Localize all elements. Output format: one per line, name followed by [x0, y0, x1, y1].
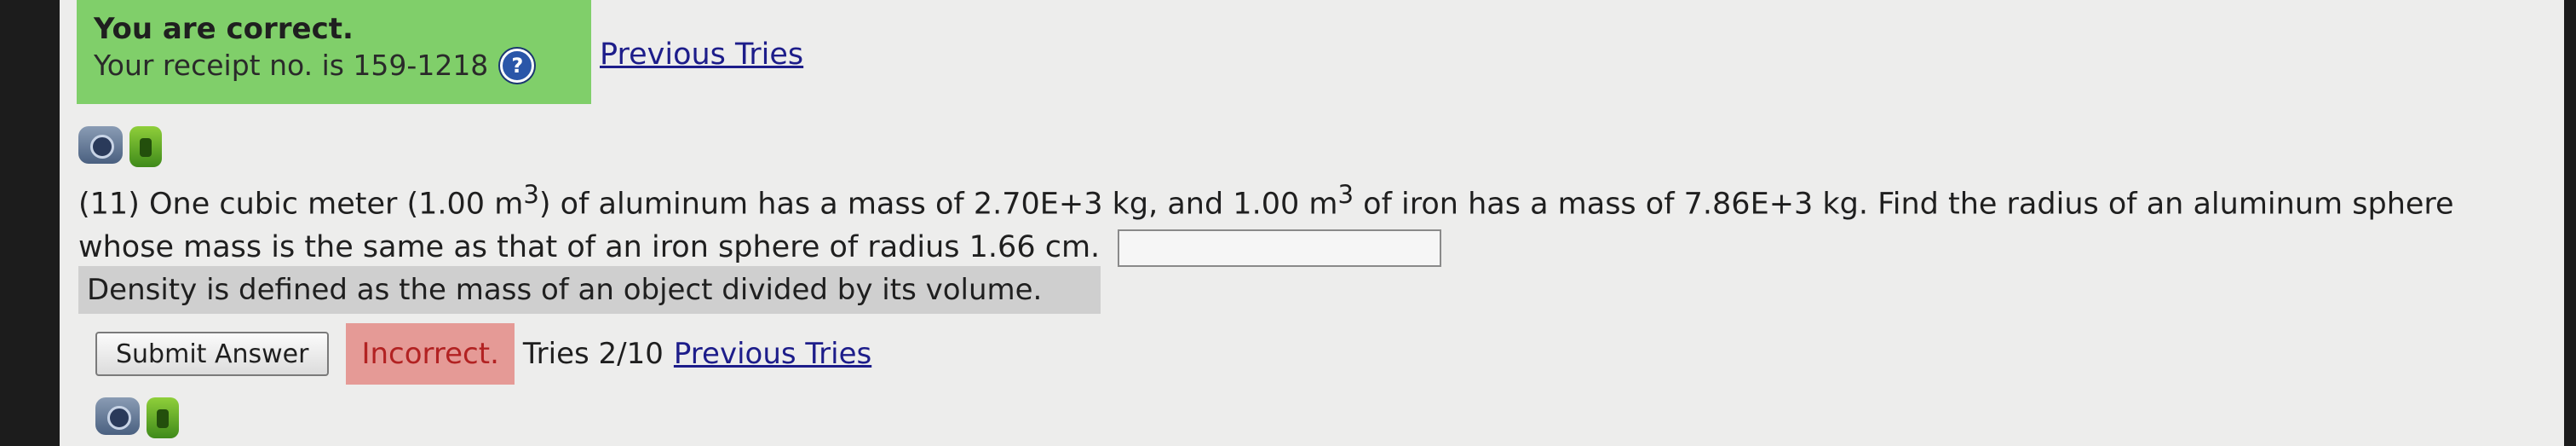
help-icon[interactable]: ? [500, 49, 535, 83]
question-sup-2: 3 [1337, 180, 1354, 209]
problem-page: You are correct. Your receipt no. is 159… [60, 0, 2564, 446]
status-title: You are correct. [94, 12, 354, 46]
previous-tries-link-bottom[interactable]: Previous Tries [674, 337, 871, 371]
correct-status-box: You are correct. Your receipt no. is 159… [77, 0, 591, 104]
thumbs-up-icon[interactable] [129, 126, 162, 167]
feedback-icons-top [78, 126, 162, 167]
thumbs-up-icon[interactable] [147, 397, 179, 438]
question-part-1: (11) One cubic meter (1.00 m [78, 187, 524, 222]
question-text: (11) One cubic meter (1.00 m3) of alumin… [78, 173, 2549, 269]
tries-count: Tries 2/10 [522, 337, 664, 371]
question-part-2: ) of aluminum has a mass of 2.70E+3 kg, … [538, 187, 1338, 222]
previous-tries-link-top[interactable]: Previous Tries [600, 38, 803, 72]
receipt-line: Your receipt no. is 159-1218 ? [94, 46, 591, 85]
hint-box: Density is defined as the mass of an obj… [78, 266, 1101, 314]
eye-icon[interactable] [95, 397, 140, 435]
incorrect-badge: Incorrect. [346, 323, 515, 385]
answer-controls: Submit Answer Incorrect. Tries 2/10 Prev… [95, 323, 871, 385]
answer-input[interactable] [1118, 229, 1442, 267]
receipt-text: Your receipt no. is 159-1218 [94, 49, 489, 82]
question-sup-1: 3 [523, 180, 539, 209]
feedback-icons-bottom [95, 397, 179, 438]
submit-answer-button[interactable]: Submit Answer [95, 332, 330, 376]
eye-icon[interactable] [78, 126, 123, 164]
